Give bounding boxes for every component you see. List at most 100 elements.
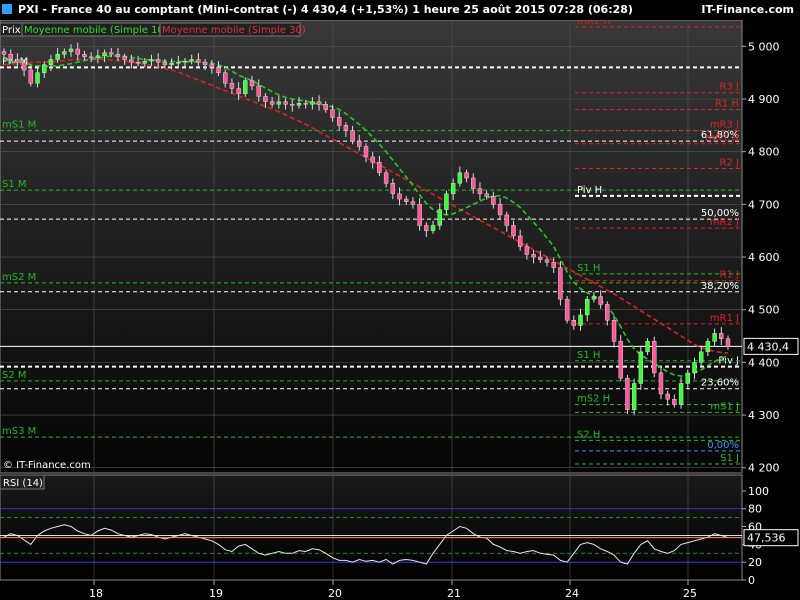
candle-body — [444, 193, 449, 210]
candle-body — [725, 338, 731, 347]
candle-body — [377, 162, 382, 173]
candle-body — [625, 377, 630, 410]
candle-body — [162, 61, 168, 65]
candle-body — [665, 393, 670, 400]
rsi-tick-label: 80 — [748, 503, 762, 516]
rsi-label: RSI (14) — [3, 478, 43, 489]
candle-body — [511, 225, 516, 237]
date-axis: 18 19 20 21 24 25 — [89, 580, 697, 600]
candle-body — [202, 61, 208, 65]
candle-body — [631, 383, 637, 410]
candle-body — [236, 88, 241, 94]
candle-body — [303, 103, 308, 105]
candle-body — [410, 201, 416, 205]
level-label: mS1 J — [710, 401, 739, 412]
candle-body — [290, 104, 295, 106]
rsi-tick-label: 0 — [748, 574, 755, 587]
candle-body — [605, 304, 610, 321]
legend-ma30: Moyenne mobile (Simple 30) — [162, 25, 306, 36]
rsi-tick-label: 100 — [748, 485, 769, 498]
level-label: R1 H — [715, 99, 739, 110]
candle-body — [256, 85, 261, 97]
candle-body — [249, 80, 255, 87]
level-label: mR1 J — [710, 313, 739, 324]
candle-body — [678, 383, 684, 405]
level-label: R3 J — [720, 82, 739, 93]
level-label: mR2 H — [577, 20, 611, 27]
candle-body — [517, 235, 523, 247]
candle-body — [343, 125, 349, 131]
candle-body — [618, 341, 623, 379]
candle-body — [122, 56, 127, 60]
candle-body — [672, 399, 677, 405]
candle-body — [323, 104, 328, 110]
rsi-current-label: 47,536 — [747, 532, 786, 545]
candle-body — [229, 83, 235, 89]
candle-body — [430, 225, 436, 231]
candle-body — [310, 101, 315, 105]
level-label: mR1 H — [705, 133, 739, 144]
candle-body — [383, 172, 389, 184]
candle-body — [658, 372, 664, 395]
level-label: S1 M — [2, 179, 27, 190]
candle-body — [524, 246, 530, 255]
candle-body — [176, 61, 181, 64]
candle-body — [336, 117, 342, 126]
candle-body — [719, 333, 724, 339]
candle-body — [424, 225, 429, 231]
price-tick-label: 4 500 — [748, 304, 780, 317]
level-label: mS2 M — [2, 272, 36, 283]
candle-body — [685, 372, 690, 384]
candle-body — [585, 298, 590, 316]
candle-body — [571, 320, 577, 326]
candle-body — [296, 103, 302, 106]
price-axis: 5 000 4 900 4 800 4 700 4 600 4 500 4 400 4 300… — [742, 40, 799, 475]
copyright: © IT-Finance.com — [3, 460, 91, 471]
candle-body — [75, 48, 80, 55]
price-tick-label: 4 700 — [748, 198, 780, 211]
candle-body — [189, 59, 194, 62]
candle-body — [196, 59, 201, 63]
candle-body — [544, 259, 550, 263]
candle-body — [598, 296, 603, 305]
candle-body — [698, 351, 704, 363]
rsi-tick-label: 20 — [748, 556, 762, 569]
level-label: S1 H — [577, 263, 600, 274]
level-label: mS2 H — [577, 394, 610, 405]
candle-body — [129, 59, 134, 63]
candle-body — [705, 341, 711, 353]
candle-body — [209, 64, 215, 68]
candle-body — [21, 61, 27, 71]
chart-header: PXI - France 40 au comptant (Mini-contra… — [0, 0, 800, 20]
price-tick-label: 4 400 — [748, 356, 780, 369]
date-tick-label: 19 — [209, 587, 223, 600]
price-tick-label: 4 300 — [748, 409, 780, 422]
price-tick-label: 4 800 — [748, 146, 780, 159]
candle-body — [471, 177, 476, 189]
candle-body — [102, 52, 107, 57]
candle-body — [88, 56, 94, 59]
level-label: S1 H — [577, 350, 600, 361]
candle-body — [497, 204, 503, 216]
candle-body — [276, 101, 282, 105]
price-tick-label: 4 900 — [748, 93, 780, 106]
price-tick-label: 5 000 — [748, 40, 780, 53]
candle-body — [363, 146, 369, 158]
legend-ma10: Moyenne mobile (Simple 10) — [24, 25, 168, 36]
level-label: R2 J — [720, 158, 739, 169]
date-tick-label: 21 — [447, 587, 461, 600]
candle-body — [109, 52, 114, 55]
candle-body — [269, 101, 275, 105]
price-chart[interactable]: Piv MmR2 HR3 JR1 HmS1 MmR3 J61,80%mR1 HR… — [0, 20, 800, 600]
candle-body — [8, 54, 13, 60]
level-label: S2 M — [2, 370, 27, 381]
level-label: R1 J — [720, 270, 739, 281]
date-tick-label: 18 — [89, 587, 103, 600]
price-panel-bg — [0, 20, 742, 473]
candle-body — [370, 156, 375, 163]
candle-body — [48, 59, 54, 65]
candle-body — [28, 69, 34, 84]
candle-body — [135, 61, 141, 64]
candle-body — [578, 314, 583, 326]
candle-body — [216, 67, 221, 73]
